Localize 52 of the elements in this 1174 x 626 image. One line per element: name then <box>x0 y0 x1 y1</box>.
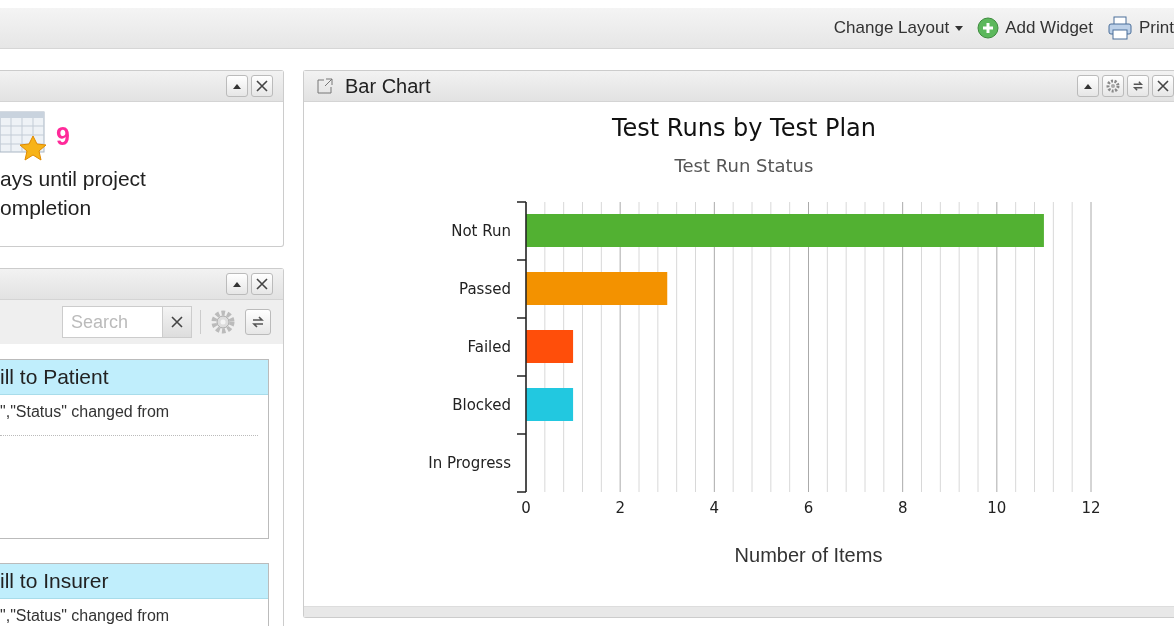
category-label: Passed <box>459 280 511 298</box>
caret-icon <box>955 25 964 31</box>
category-label: Not Run <box>451 222 511 240</box>
series-name: Test Run Status <box>674 155 814 176</box>
chart-title: Test Runs by Test Plan <box>611 114 877 142</box>
activity-detail: ","Status" changed from <box>0 402 171 422</box>
refresh-icon <box>251 315 265 329</box>
resize-handle[interactable] <box>304 606 1174 617</box>
print-button[interactable]: Print <box>1107 16 1174 40</box>
panel-title: Bar Chart <box>345 74 431 98</box>
x-tick-label: 0 <box>521 499 531 517</box>
change-layout-button[interactable]: Change Layout <box>833 18 964 38</box>
close-button[interactable] <box>251 75 273 97</box>
activity-title[interactable]: ill to Insurer <box>0 564 268 599</box>
bar <box>526 388 574 421</box>
bar <box>526 330 574 363</box>
close-button[interactable] <box>251 273 273 295</box>
close-icon <box>171 316 183 328</box>
x-axis-title: Number of Items <box>734 544 883 566</box>
triangle-up-icon <box>1083 82 1093 90</box>
x-tick-label: 10 <box>987 499 1007 517</box>
gear-icon <box>1106 79 1120 93</box>
collapse-button[interactable] <box>226 273 248 295</box>
collapse-button[interactable] <box>226 75 248 97</box>
add-icon <box>977 17 1000 39</box>
add-widget-button[interactable]: Add Widget <box>977 17 1094 39</box>
triangle-up-icon <box>232 82 242 90</box>
countdown-text: ays until project ompletion <box>0 166 147 221</box>
category-label: Failed <box>467 338 511 356</box>
x-tick-label: 12 <box>1081 499 1101 517</box>
refresh-icon <box>1132 80 1144 92</box>
days-count: 9 <box>56 121 70 151</box>
close-icon <box>256 80 268 92</box>
close-icon <box>1157 80 1169 92</box>
activity-title[interactable]: ill to Patient <box>0 360 268 395</box>
collapse-button[interactable] <box>1077 75 1099 97</box>
x-tick-label: 4 <box>709 499 720 517</box>
category-label: In Progress <box>428 454 511 472</box>
refresh-button[interactable] <box>1127 75 1149 97</box>
close-button[interactable] <box>1152 75 1174 97</box>
printer-icon <box>1107 16 1134 40</box>
close-icon <box>256 278 268 290</box>
triangle-up-icon <box>232 280 242 288</box>
external-link-icon[interactable] <box>316 77 334 95</box>
refresh-button[interactable] <box>245 309 271 335</box>
clear-search-button[interactable] <box>162 306 192 338</box>
x-tick-label: 8 <box>897 499 908 517</box>
x-tick-label: 2 <box>615 499 625 517</box>
activity-detail: ","Status" changed from <box>0 606 171 626</box>
search-field[interactable]: Search <box>62 306 162 338</box>
category-label: Blocked <box>452 396 511 414</box>
x-tick-label: 6 <box>803 499 814 517</box>
